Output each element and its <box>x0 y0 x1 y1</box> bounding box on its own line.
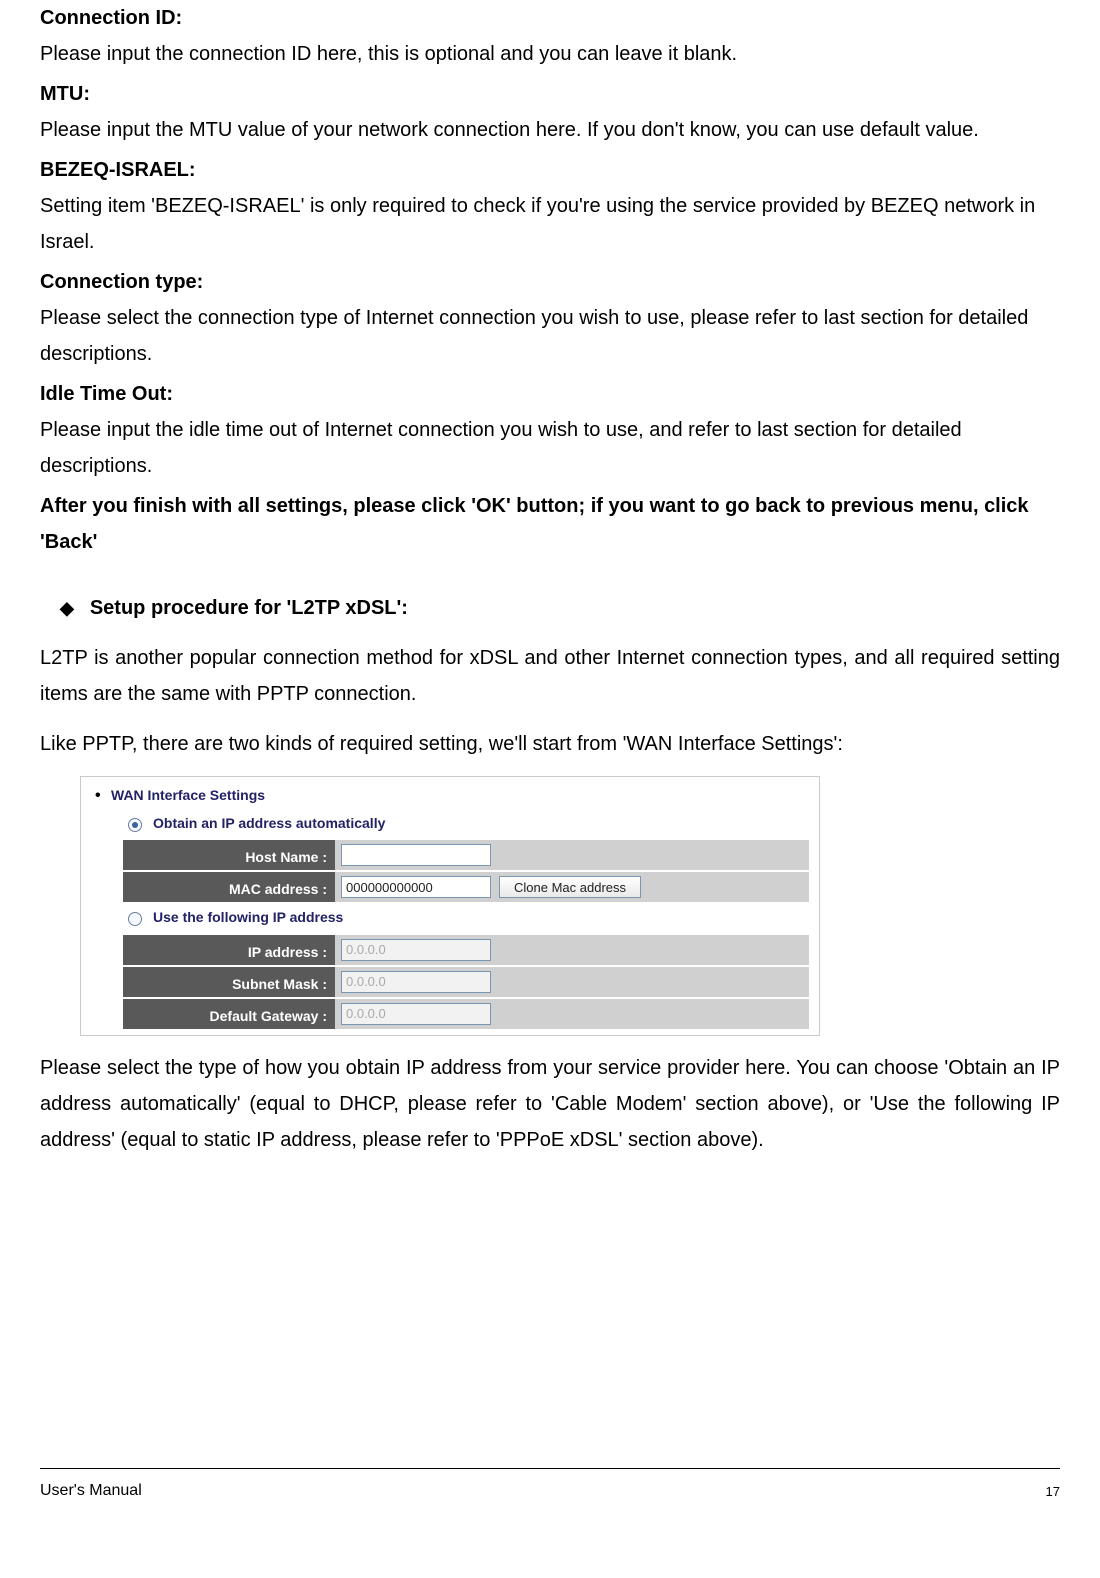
radio-use-following-label: Use the following IP address <box>153 905 343 930</box>
diamond-bullet-icon: ◆ <box>60 592 74 624</box>
term-idle: Idle Time Out: <box>40 376 1060 412</box>
document-page: Connection ID: Please input the connecti… <box>0 0 1100 1520</box>
term-mtu: MTU: <box>40 76 1060 112</box>
host-name-label: Host Name : <box>123 840 335 870</box>
desc-idle: Please input the idle time out of Intern… <box>40 412 1060 484</box>
default-gateway-label: Default Gateway : <box>123 999 335 1029</box>
desc-connection-id: Please input the connection ID here, thi… <box>40 36 1060 72</box>
radio-obtain-auto-label: Obtain an IP address automatically <box>153 811 385 836</box>
page-footer: User's Manual 17 <box>40 1468 1060 1506</box>
mac-address-input[interactable] <box>341 876 491 898</box>
wan-settings-screenshot: WAN Interface Settings Obtain an IP addr… <box>80 776 820 1036</box>
default-gateway-input[interactable] <box>341 1003 491 1025</box>
wan-settings-title: WAN Interface Settings <box>81 777 819 810</box>
section-heading: ◆ Setup procedure for 'L2TP xDSL': <box>40 590 1060 626</box>
term-conn-type: Connection type: <box>40 264 1060 300</box>
page-number: 17 <box>1046 1480 1060 1503</box>
desc-bezeq: Setting item 'BEZEQ-ISRAEL' is only requ… <box>40 188 1060 260</box>
ip-address-input[interactable] <box>341 939 491 961</box>
paragraph-1: L2TP is another popular connection metho… <box>40 640 1060 712</box>
desc-conn-type: Please select the connection type of Int… <box>40 300 1060 372</box>
host-name-input[interactable] <box>341 844 491 866</box>
desc-mtu: Please input the MTU value of your netwo… <box>40 112 1060 148</box>
term-bezeq: BEZEQ-ISRAEL: <box>40 152 1060 188</box>
subnet-mask-label: Subnet Mask : <box>123 967 335 997</box>
radio-use-following[interactable] <box>128 912 142 926</box>
paragraph-2: Like PPTP, there are two kinds of requir… <box>40 726 1060 762</box>
subnet-mask-input[interactable] <box>341 971 491 993</box>
radio-obtain-auto[interactable] <box>128 818 142 832</box>
footer-title: User's Manual <box>40 1477 142 1506</box>
clone-mac-button[interactable]: Clone Mac address <box>499 876 641 898</box>
paragraph-3: Please select the type of how you obtain… <box>40 1050 1060 1158</box>
ip-address-label: IP address : <box>123 935 335 965</box>
term-connection-id: Connection ID: <box>40 0 1060 36</box>
heading-text: Setup procedure for 'L2TP xDSL': <box>90 590 408 626</box>
mac-address-label: MAC address : <box>123 872 335 902</box>
closing-instruction: After you finish with all settings, plea… <box>40 488 1060 560</box>
